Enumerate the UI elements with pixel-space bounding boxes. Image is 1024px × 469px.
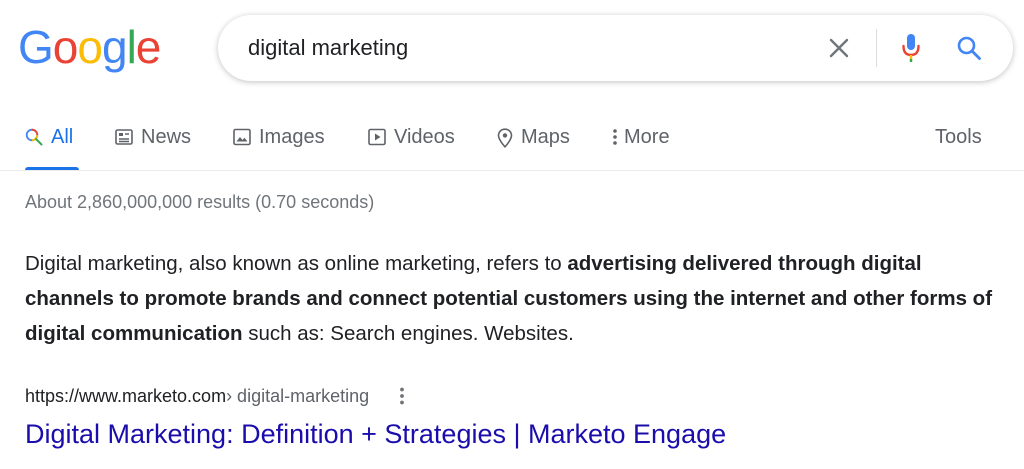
search-results-page: G o o g l e digital marketing All News I… <box>0 0 1024 469</box>
search-button[interactable] <box>952 31 986 65</box>
tab-label: Videos <box>394 126 455 148</box>
vertical-dots-icon <box>612 128 618 146</box>
logo-letter: o <box>52 21 79 73</box>
search-icon <box>957 36 981 60</box>
result-options-button[interactable] <box>399 386 405 406</box>
tab-label: Maps <box>521 126 570 148</box>
tab-news[interactable]: News <box>115 118 191 170</box>
snippet-text: such as: Search engines. Websites. <box>242 322 574 345</box>
search-box-divider <box>876 29 877 67</box>
tab-images[interactable]: Images <box>233 118 325 170</box>
search-box <box>218 15 1013 81</box>
logo-letter: e <box>135 21 162 73</box>
search-tabs: All News Images Videos Maps More Tools <box>0 118 1024 172</box>
tabs-divider <box>0 170 1024 171</box>
google-logo[interactable]: G o o g l e <box>18 21 162 73</box>
search-icon <box>25 128 43 146</box>
logo-letter: l <box>126 21 137 73</box>
logo-letter: G <box>18 21 54 73</box>
tab-videos[interactable]: Videos <box>368 118 455 170</box>
result-title-link[interactable]: Digital Marketing: Definition + Strategi… <box>25 419 726 450</box>
play-icon <box>368 128 386 146</box>
search-input[interactable] <box>248 15 808 81</box>
tab-label: All <box>51 126 74 148</box>
snippet-text: Digital marketing, also known as online … <box>25 252 568 275</box>
newspaper-icon <box>115 128 133 146</box>
tab-more[interactable]: More <box>612 118 670 170</box>
vertical-dots-icon <box>400 387 405 405</box>
tools-label: Tools <box>935 126 982 148</box>
result-url-host: https://www.marketo.com <box>25 385 227 406</box>
result-stats: About 2,860,000,000 results (0.70 second… <box>25 192 375 212</box>
map-pin-icon <box>497 128 513 148</box>
tab-label: Images <box>259 126 325 148</box>
image-icon <box>233 128 251 146</box>
tools-button[interactable]: Tools <box>935 118 982 170</box>
tab-all[interactable]: All <box>25 118 79 170</box>
tab-maps[interactable]: Maps <box>497 118 570 170</box>
clear-button[interactable] <box>824 33 854 63</box>
close-icon <box>829 38 849 58</box>
tab-label: More <box>624 126 670 148</box>
featured-snippet: Digital marketing, also known as online … <box>25 246 1005 351</box>
result-url[interactable]: https://www.marketo.com › digital-market… <box>25 384 405 408</box>
logo-letter: o <box>77 21 103 73</box>
logo-letter: g <box>101 21 128 73</box>
result-url-path: › digital-marketing <box>226 385 370 406</box>
tab-label: News <box>141 126 192 148</box>
microphone-icon <box>902 34 920 62</box>
voice-search-button[interactable] <box>896 29 926 67</box>
